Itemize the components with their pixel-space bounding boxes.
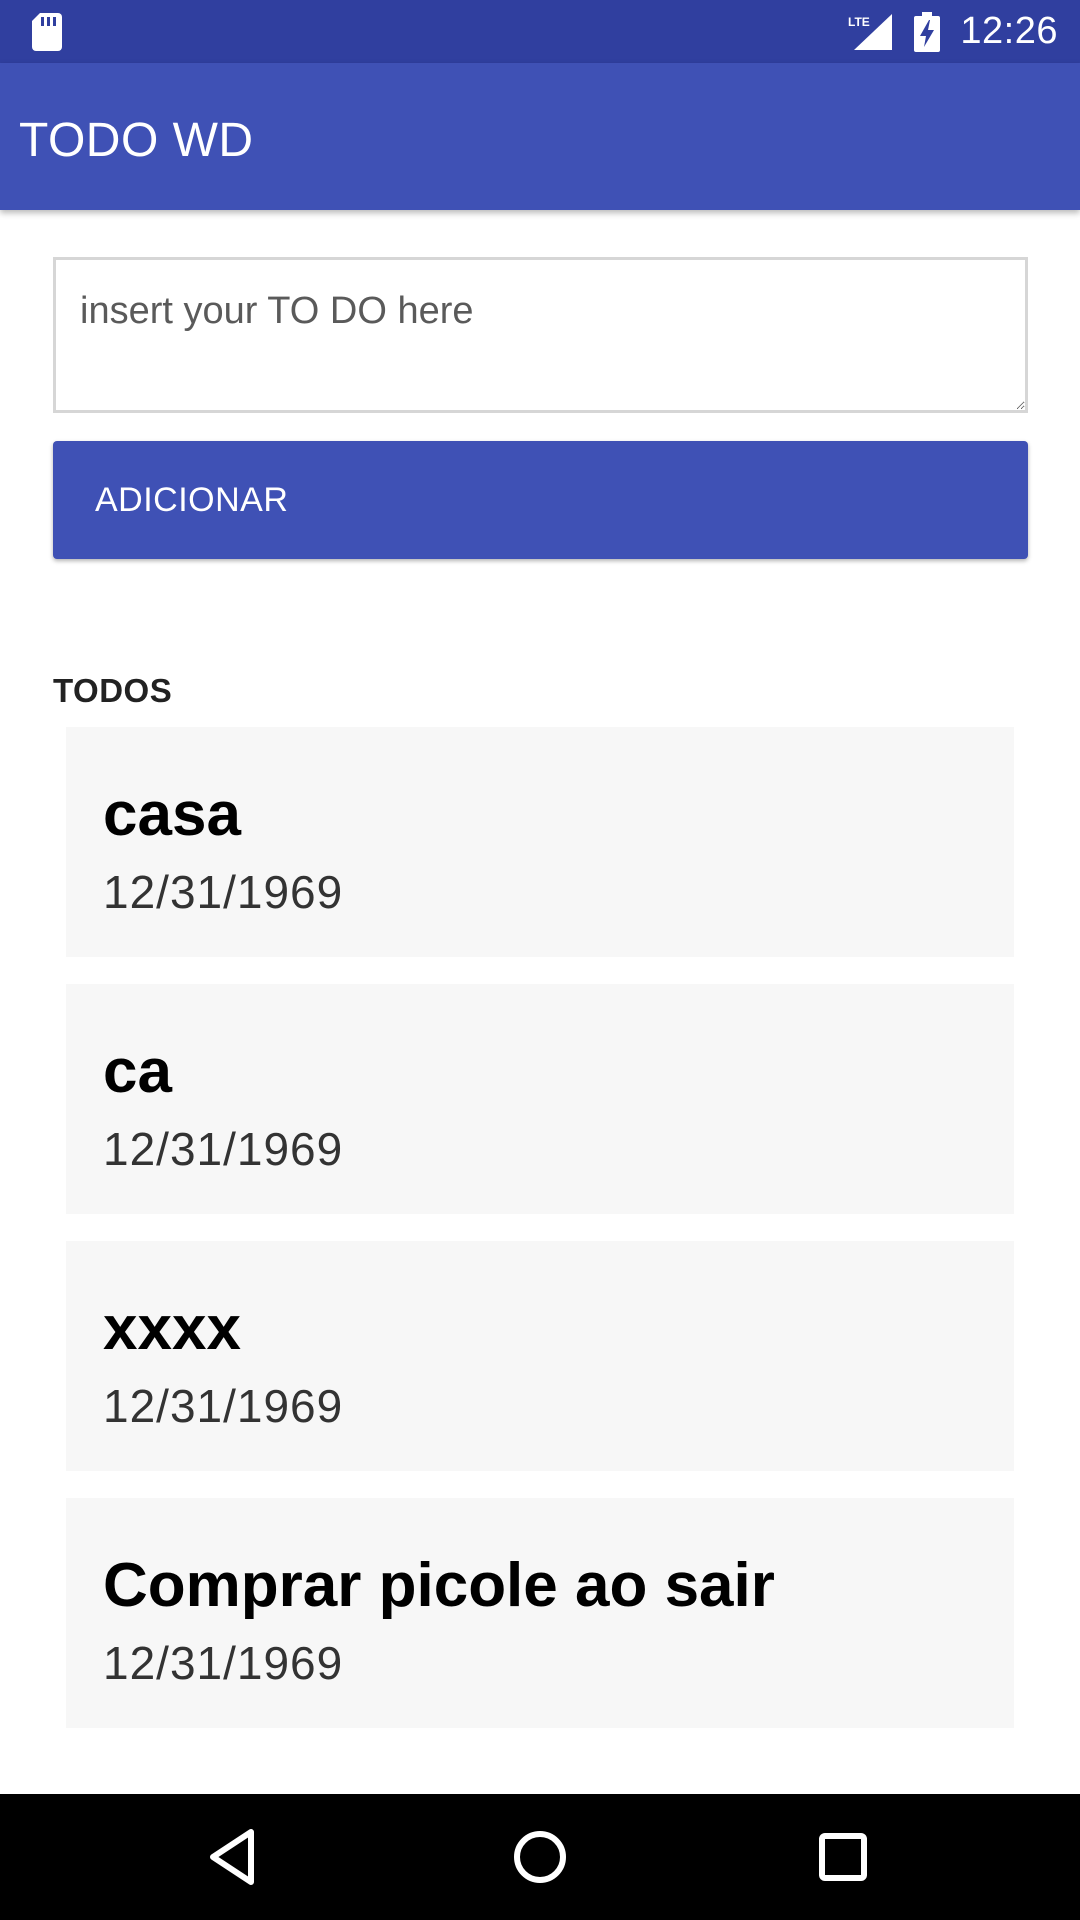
lte-signal-icon: LTE [848, 13, 893, 50]
todo-list: casa 12/31/1969 ca 12/31/1969 xxxx 12/31… [66, 727, 1014, 1755]
status-clock: 12:26 [960, 10, 1058, 52]
battery-charging-icon [914, 11, 941, 52]
list-item[interactable]: xxxx 12/31/1969 [66, 1241, 1014, 1471]
lte-label: LTE [848, 15, 870, 29]
todo-date: 12/31/1969 [103, 1380, 344, 1432]
home-icon[interactable] [507, 1824, 573, 1890]
recents-icon[interactable] [810, 1824, 876, 1890]
navigation-bar [0, 1794, 1080, 1920]
todo-title: casa [103, 780, 241, 849]
todo-title: xxxx [103, 1294, 241, 1363]
add-button[interactable]: ADICIONAR [53, 441, 1028, 559]
list-item[interactable]: Comprar picole ao sair 12/31/1969 [66, 1498, 1014, 1728]
section-header: TODOS [53, 672, 173, 709]
todo-date: 12/31/1969 [103, 866, 344, 918]
list-item[interactable]: casa 12/31/1969 [66, 727, 1014, 957]
app-bar: TODO WD [0, 63, 1080, 210]
todo-date: 12/31/1969 [103, 1123, 344, 1175]
status-bar: LTE 12:26 [0, 0, 1080, 63]
todo-date: 12/31/1969 [103, 1637, 344, 1689]
todo-title: ca [103, 1037, 172, 1106]
todo-title: Comprar picole ao sair [103, 1551, 775, 1620]
back-icon[interactable] [203, 1824, 269, 1890]
app-title: TODO WD [19, 114, 254, 167]
todo-input[interactable] [53, 257, 1028, 413]
sd-card-icon [32, 13, 62, 51]
list-item[interactable]: ca 12/31/1969 [66, 984, 1014, 1214]
